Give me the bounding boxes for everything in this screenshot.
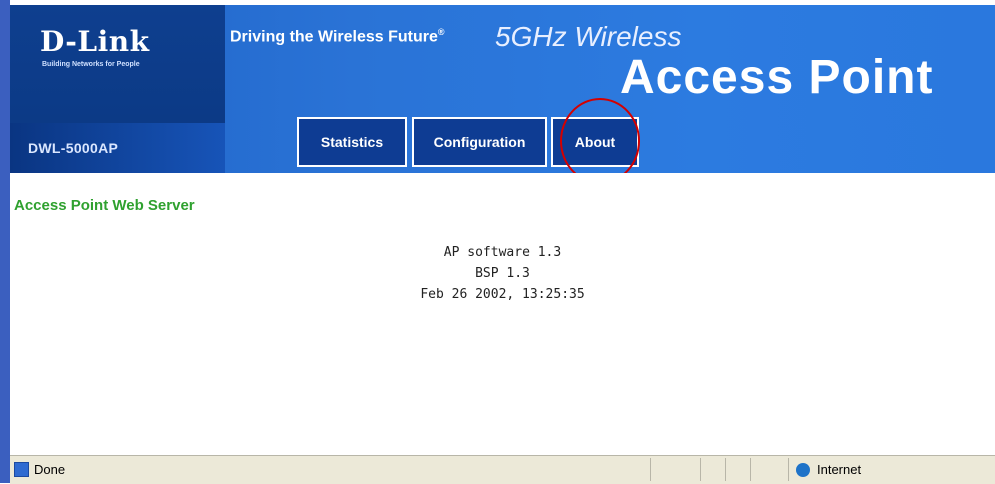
page-icon	[14, 462, 29, 477]
browser-page: D-Link Building Networks for People DWL-…	[10, 5, 995, 484]
status-text: Done	[34, 462, 66, 477]
browser-status-bar: Done Internet	[10, 455, 995, 484]
status-divider	[788, 458, 789, 481]
zone-label: Internet	[817, 462, 862, 477]
window-left-border	[0, 0, 10, 483]
logo-tagline: Building Networks for People	[42, 61, 140, 68]
tab-statistics[interactable]: Statistics	[297, 117, 407, 167]
status-divider	[750, 458, 751, 481]
tab-configuration[interactable]: Configuration	[412, 117, 547, 167]
model-label: DWL-5000AP	[28, 140, 119, 156]
main-content: Access Point Web Server AP software 1.3 …	[10, 173, 995, 453]
build-date: Feb 26 2002, 13:25:35	[420, 287, 585, 302]
page-title: Access Point Web Server	[14, 197, 195, 214]
status-divider	[700, 458, 701, 481]
trademark-mark: ®	[437, 27, 445, 37]
tab-about[interactable]: About	[551, 117, 639, 167]
product-name: Access Point	[620, 51, 934, 104]
header-banner: D-Link Building Networks for People DWL-…	[10, 5, 995, 173]
tagline: Driving the Wireless Future®	[230, 27, 445, 46]
bsp-version: BSP 1.3	[475, 266, 530, 281]
status-divider	[650, 458, 651, 481]
dlink-logo: D-Link	[40, 25, 150, 58]
tagline-text: Driving the Wireless Future	[230, 28, 438, 46]
status-divider	[725, 458, 726, 481]
product-line: 5GHz Wireless	[495, 21, 682, 52]
software-version: AP software 1.3	[443, 245, 562, 260]
globe-icon	[796, 463, 810, 477]
